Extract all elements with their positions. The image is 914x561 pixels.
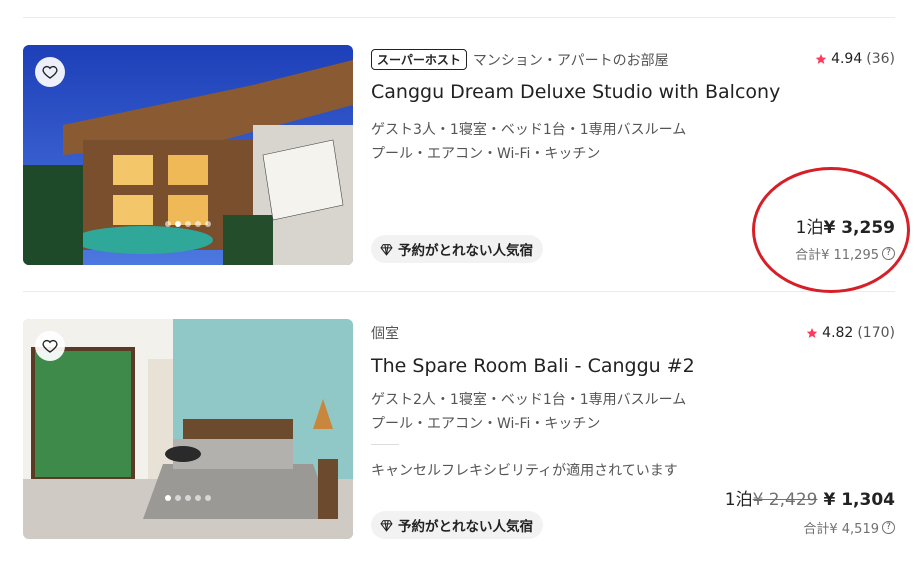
rating: 4.82 (170) xyxy=(806,325,895,341)
nightly-price: 1泊¥ 2,429 ¥ 1,304 xyxy=(725,485,895,510)
rare-find-badge: 予約がとれない人気宿 xyxy=(371,235,543,263)
listing-info: 個室 4.82 (170) The Spare Room Bali - Cang… xyxy=(371,319,895,541)
rating-value: 4.82 xyxy=(822,325,854,341)
photo-dot[interactable] xyxy=(195,221,201,227)
total-value: 合計¥ 4,519 xyxy=(803,522,879,537)
total-price[interactable]: 合計¥ 4,519 ? xyxy=(803,518,895,537)
heart-icon xyxy=(42,339,58,353)
wishlist-button[interactable] xyxy=(35,331,65,361)
diamond-icon xyxy=(380,519,393,532)
listing-photo[interactable] xyxy=(23,319,353,539)
listing-details: ゲスト2人・1寝室・ベッド1台・1専用バスルーム xyxy=(371,392,687,408)
photo-dot[interactable] xyxy=(165,495,171,501)
rating-value: 4.94 xyxy=(831,51,863,67)
listing-amenities: プール・エアコン・Wi-Fi・キッチン xyxy=(371,146,601,162)
question-icon[interactable]: ? xyxy=(882,521,895,534)
photo-dot[interactable] xyxy=(175,495,181,501)
review-count: (36) xyxy=(866,51,895,67)
listing-amenities: プール・エアコン・Wi-Fi・キッチン xyxy=(371,416,601,432)
room-type: マンション・アパートのお部屋 xyxy=(472,52,669,69)
photo-dot[interactable] xyxy=(205,495,211,501)
photo-pagination xyxy=(23,221,353,227)
superhost-badge: スーパーホスト xyxy=(371,49,467,70)
listing-meta: 個室 xyxy=(371,323,399,343)
photo-dot[interactable] xyxy=(175,221,181,227)
rating: 4.94 (36) xyxy=(815,51,895,67)
badge-label: 予約がとれない人気宿 xyxy=(398,243,533,259)
cancellation-note: キャンセルフレキシビリティが適用されています xyxy=(371,463,678,479)
listing-details: ゲスト3人・1寝室・ベッド1台・1専用バスルーム xyxy=(371,122,687,138)
price-prefix: 1泊 xyxy=(724,490,753,510)
listing-title[interactable]: Canggu Dream Deluxe Studio with Balcony xyxy=(371,81,780,103)
price-value: ¥ 1,304 xyxy=(823,490,895,510)
listing-card[interactable]: 個室 4.82 (170) The Spare Room Bali - Cang… xyxy=(23,319,895,541)
listing-photo[interactable] xyxy=(23,45,353,265)
badge-label: 予約がとれない人気宿 xyxy=(398,519,533,535)
listing-title[interactable]: The Spare Room Bali - Canggu #2 xyxy=(371,355,695,377)
photo-dot[interactable] xyxy=(185,495,191,501)
wishlist-button[interactable] xyxy=(35,57,65,87)
photo-dot[interactable] xyxy=(195,495,201,501)
original-price: ¥ 2,429 xyxy=(752,490,818,510)
photo-dot[interactable] xyxy=(205,221,211,227)
section-divider xyxy=(371,444,399,445)
rare-find-badge: 予約がとれない人気宿 xyxy=(371,511,543,539)
diamond-icon xyxy=(380,243,393,256)
star-icon xyxy=(806,328,818,338)
annotation-circle xyxy=(752,167,910,293)
photo-pagination xyxy=(23,495,353,501)
review-count: (170) xyxy=(857,325,895,341)
heart-icon xyxy=(42,65,58,79)
listing-divider xyxy=(23,291,895,292)
photo-dot[interactable] xyxy=(165,221,171,227)
star-icon xyxy=(815,54,827,64)
top-divider xyxy=(23,17,895,18)
photo-dot[interactable] xyxy=(185,221,191,227)
listing-meta: スーパーホスト マンション・アパートのお部屋 xyxy=(371,49,669,70)
room-type: 個室 xyxy=(371,326,399,342)
